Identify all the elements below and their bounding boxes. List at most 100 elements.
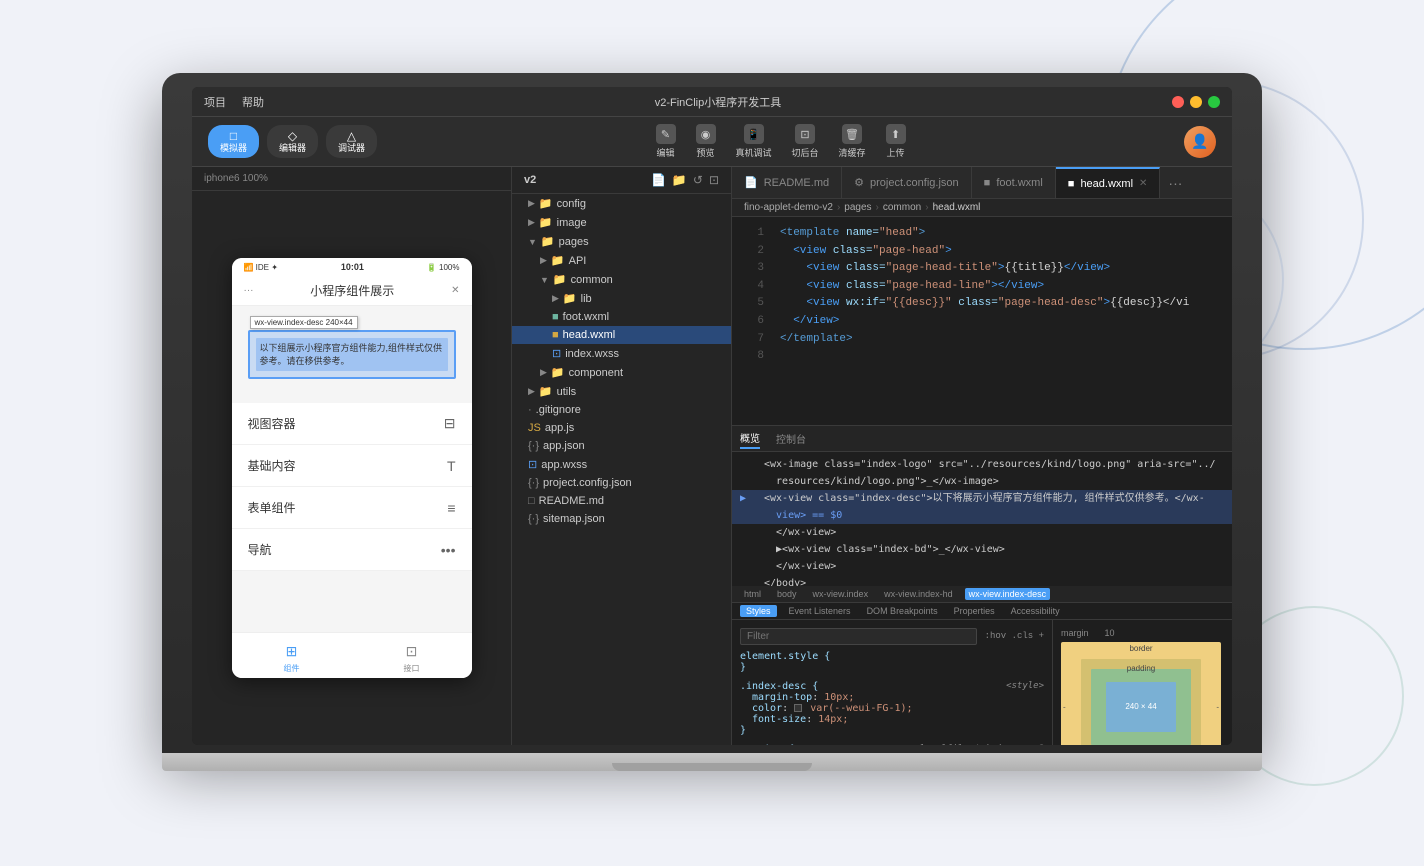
tree-item-readme[interactable]: □ README.md (512, 492, 731, 510)
menu-item-nav[interactable]: 导航 ••• (232, 529, 472, 571)
code-line-2: 2 <view class="page-head"> (732, 243, 1232, 261)
tool-device-debug[interactable]: 📱 真机调试 (736, 124, 772, 159)
elem-tab-html[interactable]: html (740, 588, 765, 600)
editor-button[interactable]: ◇ 编辑器 (267, 125, 318, 158)
tree-item-foot-wxml[interactable]: ■ foot.wxml (512, 308, 731, 326)
refresh-icon[interactable]: ↺ (693, 173, 703, 187)
style-tab-event-listeners[interactable]: Event Listeners (785, 605, 855, 617)
tab-console[interactable]: 控制台 (776, 429, 806, 448)
arrow-icon: ▶ (540, 255, 547, 266)
upload-icon: ⬆ (886, 124, 906, 144)
toolbar-mode-buttons: □ 模拟器 ◇ 编辑器 △ 调试器 (208, 125, 377, 158)
tree-item-index-wxss[interactable]: ⊡ index.wxss (512, 344, 731, 363)
folder-icon: 📁 (539, 385, 553, 398)
menu-item-form[interactable]: 表单组件 ≡ (232, 487, 472, 529)
html-line-4: view> == $0 (732, 507, 1232, 524)
tree-item-component[interactable]: ▶ 📁 component (512, 363, 731, 382)
close-button[interactable] (1172, 96, 1184, 108)
bottom-nav-interface[interactable]: ⊡ 接口 (402, 641, 422, 674)
tree-item-image[interactable]: ▶ 📁 image (512, 213, 731, 232)
tree-item-head-wxml[interactable]: ■ head.wxml (512, 326, 731, 344)
more-tabs-icon[interactable]: ··· (1160, 175, 1190, 191)
collapse-icon[interactable]: ⊡ (709, 173, 719, 187)
close-tab-icon[interactable]: ✕ (1139, 178, 1147, 189)
tree-item-pages[interactable]: ▼ 📁 pages (512, 232, 731, 251)
style-tabs: Styles Event Listeners DOM Breakpoints P… (732, 603, 1232, 620)
file-icon: {·} (528, 477, 539, 489)
laptop-body: 项目 帮助 v2-FinClip小程序开发工具 □ (162, 73, 1262, 753)
debug-icon: △ (347, 129, 356, 143)
battery-icon: 🔋 100% (427, 263, 460, 272)
toolbar: □ 模拟器 ◇ 编辑器 △ 调试器 (192, 117, 1232, 167)
arrow-icon: ▼ (540, 275, 549, 285)
tree-item-app-json[interactable]: {·} app.json (512, 437, 731, 455)
bottom-panel: 概览 控制台 <wx-image class="index-logo" src=… (732, 425, 1232, 745)
html-line-1: <wx-image class="index-logo" src="../res… (732, 456, 1232, 473)
clear-cache-icon: 🗑 (842, 124, 862, 144)
maximize-button[interactable] (1208, 96, 1220, 108)
tool-upload[interactable]: ⬆ 上传 (886, 124, 906, 159)
code-line-5: 5 <view wx:if="{{desc}}" class="page-hea… (732, 295, 1232, 313)
tool-background[interactable]: ⊡ 切后台 (792, 124, 819, 159)
tool-edit[interactable]: ✎ 编辑 (656, 124, 676, 159)
explorer-icons: 📄 📁 ↺ ⊡ (651, 173, 719, 187)
tree-item-api[interactable]: ▶ 📁 API (512, 251, 731, 270)
bottom-nav-components[interactable]: ⊞ 组件 (282, 641, 302, 674)
tree-item-utils[interactable]: ▶ 📁 utils (512, 382, 731, 401)
tab-foot-wxml[interactable]: ■ foot.wxml (972, 167, 1056, 198)
new-folder-icon[interactable]: 📁 (672, 173, 687, 187)
nav-icon: ••• (441, 542, 456, 558)
style-tab-dom-breakpoints[interactable]: DOM Breakpoints (863, 605, 942, 617)
elem-tab-body[interactable]: body (773, 588, 801, 600)
tool-preview[interactable]: ◉ 预览 (696, 124, 716, 159)
code-editor[interactable]: 1 <template name="head"> 2 <view class="… (732, 217, 1232, 425)
menu-item-project[interactable]: 项目 (204, 94, 226, 110)
tab-project-config[interactable]: ⚙ project.config.json (842, 167, 972, 198)
main-content: iphone6 100% 📶 IDE ✦ 10:01 🔋 100% (192, 167, 1232, 745)
filter-pseudo[interactable]: :hov .cls + (985, 631, 1044, 641)
style-tab-properties[interactable]: Properties (950, 605, 999, 617)
tree-item-config[interactable]: ▶ 📁 config (512, 194, 731, 213)
styles-panel: :hov .cls + element.style { } .index-de (732, 620, 1052, 746)
style-tab-styles[interactable]: Styles (740, 605, 777, 617)
tree-item-app-js[interactable]: JS app.js (512, 419, 731, 437)
tree-item-sitemap[interactable]: {·} sitemap.json (512, 510, 731, 528)
tree-item-lib[interactable]: ▶ 📁 lib (512, 289, 731, 308)
tab-readme[interactable]: 📄 README.md (732, 167, 842, 198)
elem-tab-wx-view-index[interactable]: wx-view.index (809, 588, 873, 600)
user-avatar[interactable]: 👤 (1184, 126, 1216, 158)
phone-content: wx-view.index-desc 240×44 以下组展示小程序官方组件能力… (232, 306, 472, 632)
phone-bottom-nav: ⊞ 组件 ⊡ 接口 (232, 632, 472, 678)
code-line-1: 1 <template name="head"> (732, 225, 1232, 243)
tree-item-project-config[interactable]: {·} project.config.json (512, 474, 731, 492)
folder-icon: 📁 (539, 197, 553, 210)
style-tab-accessibility[interactable]: Accessibility (1007, 605, 1064, 617)
ide-container: 项目 帮助 v2-FinClip小程序开发工具 □ (192, 87, 1232, 745)
html-view[interactable]: <wx-image class="index-logo" src="../res… (732, 452, 1232, 586)
toolbar-right: 👤 (1184, 126, 1216, 158)
tree-item-app-wxss[interactable]: ⊡ app.wxss (512, 455, 731, 474)
html-line-5: </wx-view> (732, 524, 1232, 541)
menu-item-basic-content[interactable]: 基础内容 T (232, 445, 472, 487)
menu-item-view-container[interactable]: 视图容器 ⊟ (232, 403, 472, 445)
debug-button[interactable]: △ 调试器 (326, 125, 377, 158)
filter-input[interactable] (740, 628, 977, 645)
file-icon: □ (528, 495, 535, 507)
foot-wxml-icon: ■ (984, 177, 991, 189)
tab-head-wxml[interactable]: ■ head.wxml ✕ (1056, 167, 1161, 198)
elem-tab-wx-view-index-hd[interactable]: wx-view.index-hd (880, 588, 957, 600)
device-frame: 📶 IDE ✦ 10:01 🔋 100% ··· 小程序组件展示 ✕ (192, 191, 511, 745)
file-icon: {·} (528, 513, 539, 525)
menu-item-help[interactable]: 帮助 (242, 94, 264, 110)
arrow-icon: ▶ (528, 386, 535, 397)
element-selector-tabs: html body wx-view.index wx-view.index-hd… (732, 586, 1232, 603)
tab-overview[interactable]: 概览 (740, 428, 760, 449)
breadcrumb-sep-1: › (837, 202, 840, 213)
tree-item-gitignore[interactable]: · .gitignore (512, 401, 731, 419)
new-file-icon[interactable]: 📄 (651, 173, 666, 187)
simulator-button[interactable]: □ 模拟器 (208, 125, 259, 158)
tree-item-common[interactable]: ▼ 📁 common (512, 270, 731, 289)
minimize-button[interactable] (1190, 96, 1202, 108)
tool-clear-cache[interactable]: 🗑 清缓存 (839, 124, 866, 159)
elem-tab-wx-view-index-desc[interactable]: wx-view.index-desc (965, 588, 1051, 600)
